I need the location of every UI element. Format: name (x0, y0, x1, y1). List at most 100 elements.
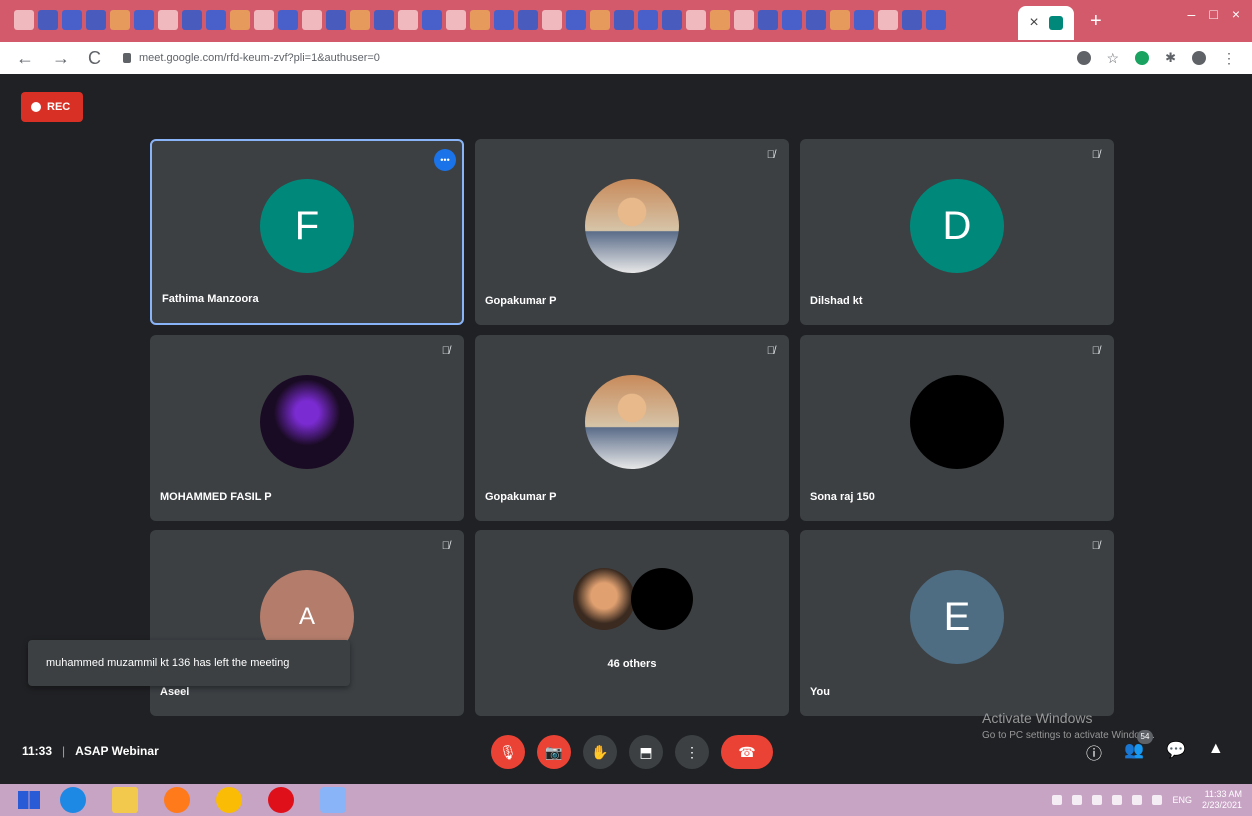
participant-tile-others[interactable]: 46 others (475, 530, 789, 716)
mic-off-icon: 🎙̸ (441, 540, 450, 552)
bookmark-star-icon[interactable]: ☆ (1107, 50, 1120, 67)
meet-bottom-bar: 11:33 | ASAP Webinar 🎙 📷 ✋ ⬒ ⋮ ☎ 54 ⓘ 👥 … (0, 722, 1252, 782)
avatar: E (910, 570, 1004, 664)
participant-name: Gopakumar P (485, 491, 557, 503)
system-tray: ENG 11:33 AM 2/23/2021 (1052, 789, 1252, 811)
close-tab-icon[interactable]: × (1029, 14, 1038, 32)
taskbar-clock[interactable]: 11:33 AM 2/23/2021 (1202, 789, 1242, 811)
recording-label: REC (47, 101, 71, 113)
more-options-icon[interactable]: ••• (434, 149, 456, 171)
clock-time: 11:33 AM (1204, 789, 1242, 799)
avatar: D (910, 179, 1004, 273)
others-avatars (573, 568, 693, 630)
camera-off-button[interactable]: 📷 (537, 735, 571, 769)
meeting-time: 11:33 (22, 744, 53, 758)
tray-icon[interactable] (1112, 795, 1123, 805)
mic-off-button[interactable]: 🎙 (491, 735, 525, 769)
browser-menu-icon[interactable]: ⋮ (1222, 50, 1236, 67)
participant-tile-you[interactable]: 🎙̸ E You (800, 530, 1114, 716)
avatar (910, 375, 1004, 469)
reload-icon[interactable]: C (88, 48, 101, 69)
mic-off-icon: 🎙̸ (441, 345, 450, 357)
present-screen-button[interactable]: ⬒ (629, 735, 663, 769)
info-icon[interactable]: ⓘ (1086, 740, 1102, 764)
record-dot-icon (31, 102, 41, 112)
more-options-button[interactable]: ⋮ (675, 735, 709, 769)
browser-tab-strip: × + – □ × (0, 0, 1252, 42)
others-count: 46 others (607, 658, 657, 670)
mic-off-icon: 🎙̸ (766, 345, 775, 357)
chat-icon[interactable]: 💬 (1166, 740, 1186, 764)
opera-icon[interactable] (268, 787, 294, 813)
url-text: meet.google.com/rfd-keum-zvf?pli=1&authu… (139, 52, 380, 64)
meeting-title: ASAP Webinar (75, 744, 159, 758)
url-field[interactable]: meet.google.com/rfd-keum-zvf?pli=1&authu… (123, 52, 380, 64)
back-icon[interactable]: ← (16, 48, 34, 69)
raise-hand-button[interactable]: ✋ (583, 735, 617, 769)
edge-icon[interactable] (60, 787, 86, 813)
participant-tile-fathima[interactable]: ••• F Fathima Manzoora (150, 139, 464, 325)
avatar (631, 568, 693, 630)
tray-icon[interactable] (1072, 795, 1083, 805)
participant-tile-sona[interactable]: 🎙̸ Sona raj 150 (800, 335, 1114, 521)
toolbar-icons: ☆ ✱ ⋮ (1076, 50, 1252, 67)
language-indicator[interactable]: ENG (1172, 795, 1192, 805)
grammarly-icon[interactable] (1135, 51, 1150, 65)
avatar (573, 568, 635, 630)
participant-name: Aseel (160, 686, 190, 698)
profile-avatar-icon[interactable] (1192, 51, 1206, 65)
tray-icon[interactable] (1052, 795, 1063, 805)
people-icon[interactable]: 👥 (1124, 740, 1144, 764)
firefox-icon[interactable] (164, 787, 190, 813)
forward-icon[interactable]: → (52, 48, 70, 69)
participant-name: Sona raj 150 (810, 491, 875, 503)
participant-tile-dilshad[interactable]: 🎙̸ D Dilshad kt (800, 139, 1114, 325)
participant-name: Fathima Manzoora (162, 293, 259, 305)
participant-name: MOHAMMED FASIL P (160, 491, 272, 503)
participant-name: Dilshad kt (810, 295, 863, 307)
tray-icon[interactable] (1092, 795, 1103, 805)
meet-favicon-icon (1048, 16, 1063, 30)
maximize-button[interactable]: □ (1209, 6, 1217, 22)
side-panel-controls: ⓘ 👥 💬 ▲ (1086, 740, 1224, 764)
file-explorer-icon[interactable] (112, 787, 138, 813)
meeting-details: 11:33 | ASAP Webinar (22, 744, 159, 758)
active-tab[interactable]: × (1018, 6, 1074, 40)
tab-favicons[interactable] (14, 10, 946, 30)
end-call-button[interactable]: ☎ (721, 735, 773, 769)
mic-off-icon: 🎙̸ (766, 149, 775, 161)
minimize-button[interactable]: – (1188, 6, 1196, 22)
activities-icon[interactable]: ▲ (1208, 740, 1224, 764)
camera-icon[interactable] (1076, 51, 1091, 65)
separator: | (62, 744, 66, 758)
windows-taskbar: ENG 11:33 AM 2/23/2021 (0, 784, 1252, 816)
participant-name: Gopakumar P (485, 295, 557, 307)
clock-date: 2/23/2021 (1201, 800, 1242, 810)
mic-off-icon: 🎙̸ (1091, 345, 1100, 357)
call-controls: 🎙 📷 ✋ ⬒ ⋮ ☎ (491, 735, 773, 769)
left-meeting-toast: muhammed muzammil kt 136 has left the me… (28, 640, 350, 686)
participant-name: You (810, 686, 830, 698)
avatar (585, 375, 679, 469)
address-bar: ← → C meet.google.com/rfd-keum-zvf?pli=1… (0, 42, 1252, 74)
mic-off-icon: 🎙̸ (1091, 540, 1100, 552)
taskbar-apps (60, 787, 346, 813)
paint-icon[interactable] (320, 787, 346, 813)
participant-tile-gopakumar-2[interactable]: 🎙̸ Gopakumar P (475, 335, 789, 521)
lock-icon (123, 53, 131, 63)
participant-tile-gopakumar[interactable]: 🎙̸ Gopakumar P (475, 139, 789, 325)
network-icon[interactable] (1132, 795, 1143, 805)
windows-start-icon[interactable] (18, 791, 40, 809)
meet-stage: REC ••• F Fathima Manzoora 🎙̸ Gopakumar … (0, 74, 1252, 784)
avatar (260, 375, 354, 469)
new-tab-button[interactable]: + (1090, 10, 1102, 33)
participant-tile-aseel[interactable]: 🎙̸ A Aseel (150, 530, 464, 716)
mic-off-icon: 🎙̸ (1091, 149, 1100, 161)
close-window-button[interactable]: × (1232, 6, 1240, 22)
recording-badge: REC (21, 92, 83, 122)
volume-icon[interactable] (1152, 795, 1163, 805)
extensions-icon[interactable]: ✱ (1165, 50, 1176, 66)
avatar (585, 179, 679, 273)
chrome-icon[interactable] (216, 787, 242, 813)
participant-tile-fasil[interactable]: 🎙̸ MOHAMMED FASIL P (150, 335, 464, 521)
